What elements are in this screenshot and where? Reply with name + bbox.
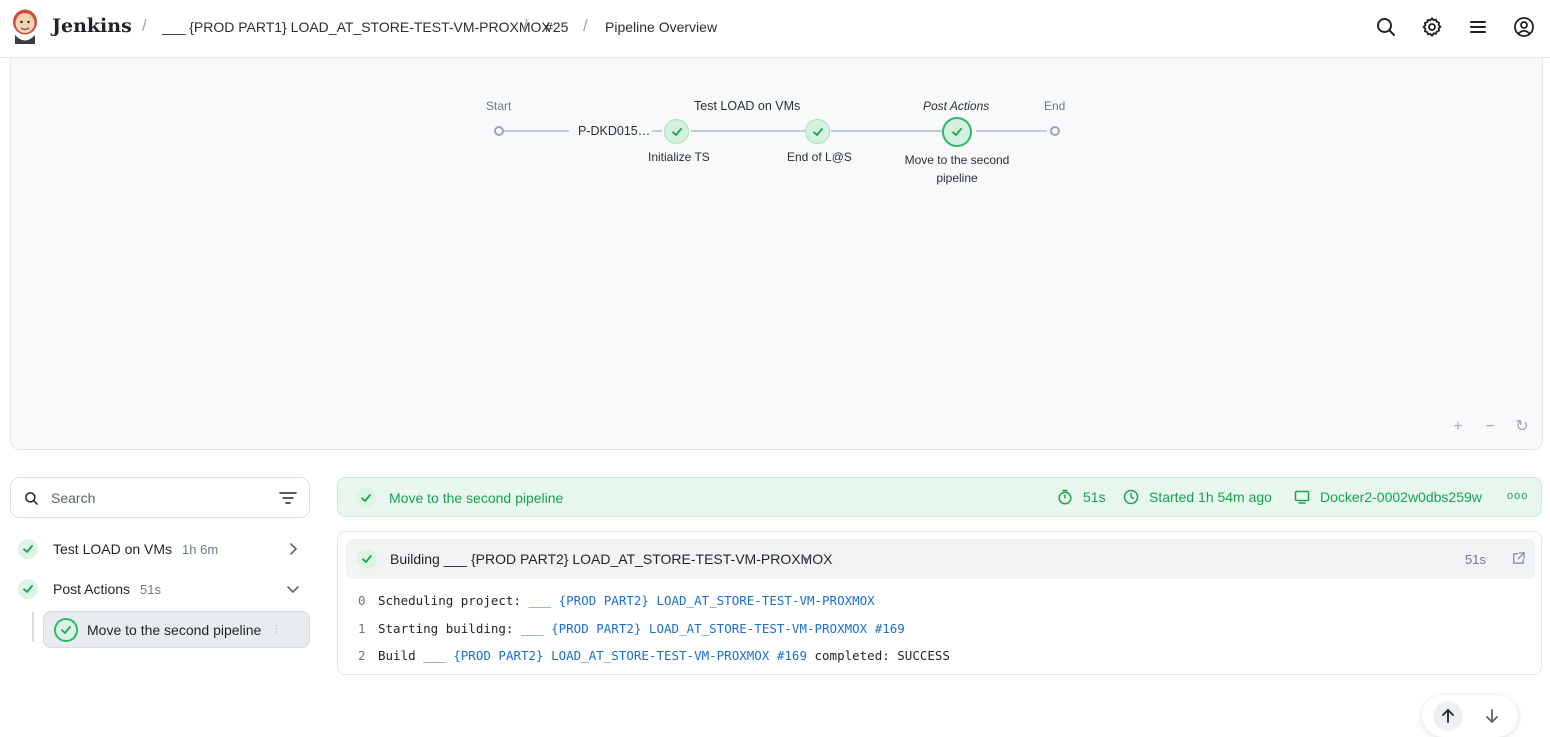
tree-guide-line: [32, 612, 34, 642]
brand-name[interactable]: Jenkins: [52, 15, 132, 37]
chevron-right-icon[interactable]: [286, 542, 300, 556]
breadcrumb-separator: /: [583, 16, 588, 35]
success-icon: [18, 579, 38, 599]
gear-icon[interactable]: [1420, 15, 1444, 39]
line-number: 1: [358, 621, 366, 636]
top-header: Jenkins / ___ {PROD PART1} LOAD_AT_STORE…: [0, 0, 1550, 58]
filter-icon[interactable]: [279, 490, 297, 506]
zoom-in-button[interactable]: +: [1449, 418, 1467, 436]
parallel-title: Test LOAD on VMs: [694, 99, 801, 113]
log-link[interactable]: ___ {PROD PART2} LOAD_AT_STORE-TEST-VM-P…: [521, 621, 905, 636]
check-icon: [671, 127, 682, 136]
menu-icon[interactable]: [1466, 15, 1490, 39]
tree-item-duration: 1h 6m: [182, 541, 219, 557]
drag-handle-icon: ⋮: [271, 624, 282, 635]
line-number: 2: [358, 648, 366, 663]
post-actions-title: Post Actions: [923, 99, 990, 113]
breadcrumb-separator: /: [142, 16, 147, 35]
user-icon[interactable]: [1512, 15, 1536, 39]
chevron-down-icon[interactable]: [286, 582, 300, 596]
success-icon: [54, 617, 78, 642]
stage-search: [10, 477, 310, 518]
zoom-out-button[interactable]: −: [1481, 418, 1499, 436]
stage-agent-value: Docker2-0002w0dbs259w: [1320, 489, 1482, 505]
external-link-icon[interactable]: [1511, 551, 1526, 566]
log-line: 2 Build ___ {PROD PART2} LOAD_AT_STORE-TE…: [358, 648, 950, 663]
tree-item-duration: 51s: [140, 581, 162, 597]
start-node: [494, 126, 504, 136]
stage-duration-value: 51s: [1083, 489, 1106, 505]
end-node: [1050, 126, 1060, 136]
search-icon[interactable]: [1374, 15, 1398, 39]
search-input[interactable]: [51, 488, 271, 508]
stage-node-end-of-ls[interactable]: [805, 119, 830, 144]
log-text: completed: SUCCESS: [806, 648, 950, 663]
chevron-down-icon[interactable]: [801, 552, 813, 564]
tree-item-label: Post Actions: [53, 581, 131, 597]
check-icon: [812, 127, 823, 136]
stage-node-first[interactable]: P-DKD015…: [578, 124, 650, 138]
tree-item-label: Move to the second pipeline: [87, 621, 262, 638]
log-link[interactable]: ___ {PROD PART2} LOAD_AT_STORE-TEST-VM-P…: [529, 593, 875, 608]
tree-item-post-actions[interactable]: Post Actions 51s: [18, 572, 310, 606]
more-options-button[interactable]: ooo: [1507, 490, 1528, 502]
initialize-label: Initialize TS: [648, 150, 710, 164]
success-icon: [357, 549, 377, 569]
log-text: Scheduling project:: [378, 593, 529, 608]
tree-item-move-selected[interactable]: Move to the second pipeline ⋮: [43, 611, 310, 648]
zoom-reset-button[interactable]: ↻: [1513, 418, 1531, 436]
log-line: 1 Starting building: ___ {PROD PART2} LOA…: [358, 621, 905, 636]
stage-title: Move to the second pipeline: [389, 490, 564, 506]
stage-started: Started 1h 54m ago: [1123, 489, 1272, 505]
stage-node-initialize[interactable]: [664, 119, 689, 144]
step-duration: 51s: [1465, 552, 1486, 567]
stage-header: Move to the second pipeline 51s Started …: [337, 477, 1542, 517]
tree-item-label: Test LOAD on VMs: [53, 541, 173, 557]
monitor-icon: [1294, 490, 1310, 504]
stage-agent[interactable]: Docker2-0002w0dbs259w: [1294, 489, 1482, 505]
success-icon: [18, 539, 38, 559]
step-title: Building ___ {PROD PART2} LOAD_AT_STORE-…: [390, 551, 833, 567]
breadcrumb-job[interactable]: ___ {PROD PART1} LOAD_AT_STORE-TEST-VM-P…: [162, 19, 551, 35]
log-line: 0 Scheduling project: ___ {PROD PART2} LO…: [358, 593, 875, 608]
scroll-controls: [1422, 695, 1518, 737]
clock-icon: [1123, 489, 1139, 505]
end-of-ls-label: End of L@S: [787, 150, 852, 164]
breadcrumb-current[interactable]: Pipeline Overview: [605, 19, 717, 35]
step-log-card: Building ___ {PROD PART2} LOAD_AT_STORE-…: [337, 531, 1542, 675]
breadcrumb-build[interactable]: #25: [545, 19, 568, 35]
scroll-top-button[interactable]: [1433, 701, 1463, 731]
stage-started-value: Started 1h 54m ago: [1149, 489, 1272, 505]
graph-connectors: [504, 130, 1047, 132]
stage-node-move[interactable]: [942, 117, 972, 147]
start-label: Start: [486, 99, 512, 113]
tree-item-test-load[interactable]: Test LOAD on VMs 1h 6m: [18, 532, 310, 566]
arrow-down-icon: [1486, 709, 1498, 724]
log-link[interactable]: ___ {PROD PART2} LOAD_AT_STORE-TEST-VM-P…: [423, 648, 807, 663]
pipeline-graph[interactable]: Start P-DKD015… Test LOAD on VMs Initial…: [10, 58, 1543, 450]
stage-duration: 51s: [1057, 489, 1106, 505]
end-label: End: [1044, 99, 1066, 113]
step-header[interactable]: Building ___ {PROD PART2} LOAD_AT_STORE-…: [346, 539, 1535, 579]
scroll-bottom-button[interactable]: [1477, 701, 1507, 731]
line-number: 0: [358, 593, 366, 608]
breadcrumb-separator: /: [523, 16, 528, 35]
timer-icon: [1058, 489, 1072, 505]
check-icon: [952, 128, 962, 137]
log-text: Starting building:: [378, 621, 521, 636]
search-icon: [25, 492, 38, 505]
move-label: Move to the second pipeline: [904, 153, 1010, 185]
jenkins-logo[interactable]: [10, 8, 40, 44]
log-text: Build: [378, 648, 424, 663]
arrow-up-icon: [1442, 708, 1454, 723]
success-icon: [356, 488, 376, 508]
